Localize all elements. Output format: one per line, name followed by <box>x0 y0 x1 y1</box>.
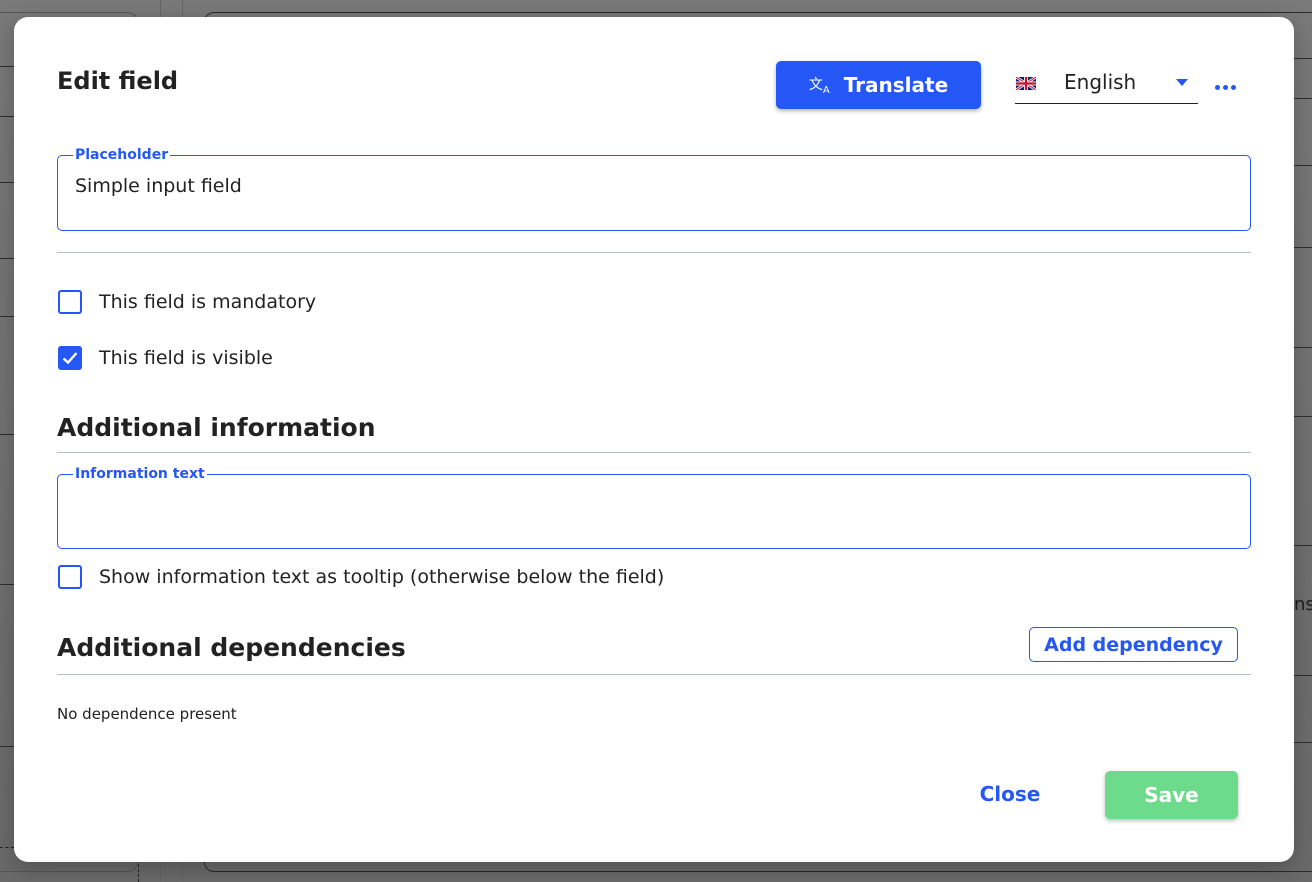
background-row-line <box>0 584 14 585</box>
dialog-title: Edit field <box>57 67 179 95</box>
background-row-line <box>1294 742 1312 743</box>
additional-dependencies-heading: Additional dependencies <box>57 633 406 662</box>
divider <box>57 252 1251 253</box>
placeholder-field[interactable]: Placeholder Simple input field <box>57 147 1251 231</box>
translate-icon: 文A <box>808 77 830 96</box>
mandatory-checkbox-row[interactable]: This field is mandatory <box>58 290 316 314</box>
background-row-line <box>0 116 14 117</box>
divider <box>57 674 1251 675</box>
background-row-line <box>1294 347 1312 348</box>
background-row-line <box>1294 416 1312 417</box>
divider <box>57 452 1251 453</box>
background-row-line <box>1294 165 1312 166</box>
background-row-line <box>1294 545 1312 546</box>
background-row-line <box>0 258 14 259</box>
translate-button[interactable]: 文A Translate <box>776 61 981 109</box>
dot <box>1214 84 1220 90</box>
language-select[interactable]: English <box>1015 67 1198 104</box>
save-button[interactable]: Save <box>1105 771 1238 819</box>
dot <box>1230 84 1236 90</box>
close-button[interactable]: Close <box>969 772 1051 816</box>
visible-checkbox-label: This field is visible <box>99 347 273 369</box>
information-text-field[interactable]: Information text <box>57 466 1251 549</box>
background-row-line <box>0 182 14 183</box>
dot <box>1222 84 1228 90</box>
background-row-line <box>0 746 14 747</box>
placeholder-field-label: Placeholder <box>75 147 169 163</box>
edit-field-dialog: Edit field 文A Translate English Placehol… <box>14 17 1294 862</box>
uk-flag-icon <box>1016 76 1036 90</box>
no-dependencies-message: No dependence present <box>57 705 237 723</box>
information-text-label: Information text <box>75 466 205 482</box>
caret-down-icon <box>1176 79 1188 86</box>
background-dashed-line <box>0 847 14 848</box>
visible-checkbox[interactable] <box>58 346 82 370</box>
visible-checkbox-row[interactable]: This field is visible <box>58 346 273 370</box>
background-row-line <box>0 66 14 67</box>
tooltip-checkbox-label: Show information text as tooltip (otherw… <box>99 566 665 588</box>
tooltip-checkbox[interactable] <box>58 565 82 589</box>
tooltip-checkbox-row[interactable]: Show information text as tooltip (otherw… <box>58 565 664 589</box>
background-row-line <box>0 316 14 317</box>
checkmark-icon <box>62 352 78 365</box>
add-dependency-button[interactable]: Add dependency <box>1029 627 1238 662</box>
additional-information-heading: Additional information <box>57 413 376 442</box>
background-row-line <box>1294 58 1312 59</box>
background-row-line <box>0 434 14 435</box>
mandatory-checkbox-label: This field is mandatory <box>99 291 317 313</box>
background-row-line <box>1294 247 1312 248</box>
background-row-line <box>1294 98 1312 99</box>
background-row-line <box>1294 675 1312 676</box>
translate-button-label: Translate <box>843 73 949 97</box>
more-options-button[interactable] <box>1211 79 1239 95</box>
language-select-value: English <box>1064 70 1137 94</box>
placeholder-field-value[interactable]: Simple input field <box>75 175 1233 197</box>
information-text-input[interactable] <box>75 482 1233 522</box>
background-partial-text: ns <box>1294 594 1312 615</box>
mandatory-checkbox[interactable] <box>58 290 82 314</box>
